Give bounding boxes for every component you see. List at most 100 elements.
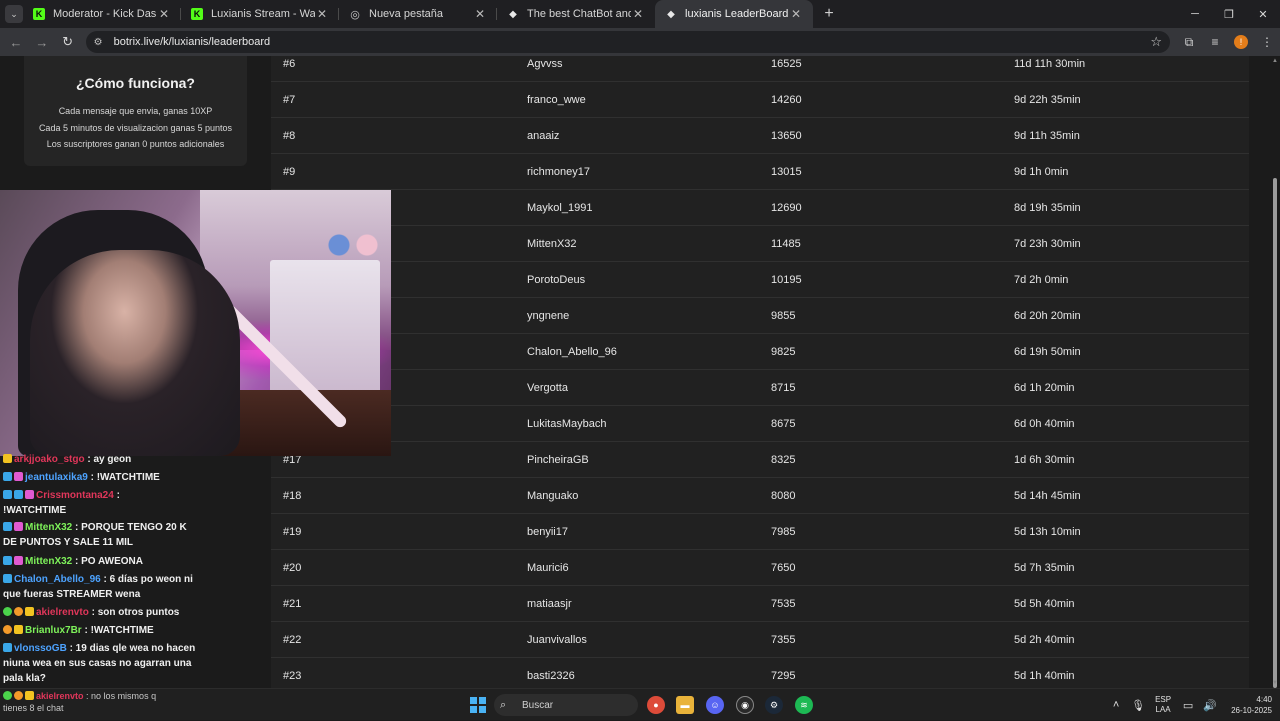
table-row: #8 anaaiz 13650 9d 11h 35min: [271, 118, 1249, 154]
points-cell: 13650: [771, 130, 802, 142]
chat-message: !WATCHTIME: [3, 503, 198, 518]
tab-kick-dashboard[interactable]: K Moderator - Kick Dashboard ✕: [23, 0, 181, 28]
minimize-icon[interactable]: ─: [1178, 0, 1212, 28]
close-window-icon[interactable]: ✕: [1246, 0, 1280, 28]
table-row: MittenX32 11485 7d 23h 30min: [271, 226, 1249, 262]
subscriber-badge-icon: [14, 625, 23, 634]
username-cell: Maykol_1991: [527, 202, 593, 214]
scroll-down-icon[interactable]: ▼: [1272, 680, 1278, 686]
username-cell: Chalon_Abello_96: [527, 346, 617, 358]
founder-badge-icon: [14, 691, 23, 700]
close-icon[interactable]: ✕: [315, 7, 329, 21]
media-controls-icon[interactable]: ≡: [1202, 30, 1228, 54]
points-cell: 7355: [771, 634, 796, 646]
language-indicator[interactable]: ESP LAA: [1155, 695, 1171, 715]
desk-drawers: [270, 260, 380, 400]
tab-new-tab[interactable]: ◎ Nueva pestaña ✕: [339, 0, 497, 28]
chat-message: MittenX32 : PORQUE TENGO 20 K DE PUNTOS …: [3, 520, 198, 550]
table-row: #18 Manguako 8080 5d 14h 45min: [271, 478, 1249, 514]
spotify-icon[interactable]: ≋: [795, 696, 813, 714]
address-bar[interactable]: ⚙ botrix.live/k/luxianis/leaderboard ☆: [85, 31, 1170, 53]
volume-icon[interactable]: 🔊: [1199, 699, 1221, 712]
watchtime-cell: 7d 23h 30min: [1014, 238, 1081, 250]
username-cell: LukitasMaybach: [527, 418, 607, 430]
windows-start-icon[interactable]: [470, 697, 486, 713]
username-cell: Agvvss: [527, 58, 563, 70]
username-cell: MittenX32: [527, 238, 577, 250]
table-row: LukitasMaybach 8675 6d 0h 40min: [271, 406, 1249, 442]
chat-username: akielrenvto: [36, 691, 84, 701]
reload-button[interactable]: ↻: [56, 30, 80, 54]
scroll-thumb[interactable]: [1273, 178, 1277, 688]
rank-cell: #23: [283, 670, 302, 682]
chrome-icon[interactable]: ●: [647, 696, 665, 714]
rank-cell: #7: [283, 94, 296, 106]
username-cell: yngnene: [527, 310, 570, 322]
points-cell: 12690: [771, 202, 802, 214]
rule-line: Cada 5 minutos de visualizacion ganas 5 …: [38, 122, 233, 133]
maximize-icon[interactable]: ❐: [1212, 0, 1246, 28]
close-icon[interactable]: ✕: [473, 7, 487, 21]
watchtime-cell: 5d 13h 10min: [1014, 526, 1081, 538]
points-cell: 11485: [771, 238, 801, 250]
botrix-icon: ◆: [667, 8, 675, 20]
extensions-icon[interactable]: ⧉: [1176, 30, 1202, 54]
new-tab-button[interactable]: +: [819, 4, 839, 24]
chat-message: jeantulaxika9 : !WATCHTIME: [3, 470, 198, 485]
bookmark-star-icon[interactable]: ☆: [1150, 34, 1162, 50]
tab-botrix-chatbot[interactable]: ◆ The best ChatBot and Widgets ✕: [497, 0, 655, 28]
file-explorer-icon[interactable]: ▬: [676, 696, 694, 714]
taskbar-search[interactable]: ⌕ Buscar: [494, 694, 638, 716]
chevron-up-icon[interactable]: ˄: [1105, 699, 1127, 711]
username-cell: anaaiz: [527, 130, 560, 142]
botrix-icon: ◆: [509, 8, 517, 20]
points-cell: 8080: [771, 490, 796, 502]
chat-text: : PO AWEONA: [75, 556, 143, 567]
chat-message: Crissmontana24 :: [3, 488, 198, 503]
network-icon[interactable]: ▭: [1177, 699, 1199, 712]
clock-time: 4:40: [1256, 695, 1272, 704]
streamer: [30, 250, 240, 456]
discord-icon[interactable]: ☺: [706, 696, 724, 714]
menu-kebab-icon[interactable]: ⋮: [1254, 30, 1280, 54]
url-text[interactable]: botrix.live/k/luxianis/leaderboard: [114, 36, 1151, 48]
close-icon[interactable]: ✕: [157, 7, 171, 21]
table-row: Vergotta 8715 6d 1h 20min: [271, 370, 1249, 406]
search-icon: ⌕: [500, 698, 507, 711]
gift-badge-icon: [14, 522, 23, 531]
tab-kick-stream[interactable]: K Luxianis Stream - Watch Live on Kick ✕: [181, 0, 339, 28]
chat-username: arkjjoako_stgo: [14, 454, 85, 465]
table-row: #21 matiaasjr 7535 5d 5h 40min: [271, 586, 1249, 622]
microphone-icon[interactable]: 🎙: [1127, 699, 1149, 712]
obs-icon[interactable]: ◉: [736, 696, 754, 714]
points-cell: 7295: [771, 670, 796, 682]
steam-icon[interactable]: ⚙: [765, 696, 783, 714]
close-icon[interactable]: ✕: [789, 7, 803, 21]
username-cell: matiaasjr: [527, 598, 572, 610]
chat-overflow: akielrenvto : no los mismos q tienes 8 e…: [3, 690, 156, 714]
site-info-icon[interactable]: ⚙: [94, 37, 108, 48]
language-code: ESP: [1155, 695, 1172, 704]
close-icon[interactable]: ✕: [631, 7, 645, 21]
chat-message: vlonssoGB : 19 dias qle wea no hacen niu…: [3, 641, 198, 686]
page-scrollbar[interactable]: ▲ ▼: [1270, 56, 1280, 688]
chat-username: MittenX32: [25, 556, 73, 567]
chat-username: jeantulaxika9: [25, 472, 88, 483]
chat-message: Chalon_Abello_96 : 6 días po weon ni que…: [3, 572, 198, 602]
search-placeholder: Buscar: [522, 699, 554, 711]
points-cell: 10195: [771, 274, 802, 286]
forward-button[interactable]: →: [30, 30, 54, 54]
scroll-up-icon[interactable]: ▲: [1272, 58, 1278, 64]
clock-date: 26-10-2025: [1231, 706, 1272, 715]
points-cell: 13015: [771, 166, 802, 178]
tab-search-button[interactable]: ⌄: [5, 5, 23, 23]
tab-leaderboard[interactable]: ◆ luxianis LeaderBoard | The best ✕: [655, 0, 813, 28]
clock[interactable]: 4:40 26-10-2025: [1231, 694, 1272, 716]
chat-message: arkjjoako_stgo : ay geon: [3, 452, 198, 467]
rank-cell: #21: [283, 598, 302, 610]
back-button[interactable]: ←: [4, 30, 28, 54]
watchtime-cell: 6d 20h 20min: [1014, 310, 1081, 322]
profile-avatar[interactable]: !: [1234, 35, 1248, 49]
points-cell: 9855: [771, 310, 796, 322]
table-row: #7 franco_wwe 14260 9d 22h 35min: [271, 82, 1249, 118]
